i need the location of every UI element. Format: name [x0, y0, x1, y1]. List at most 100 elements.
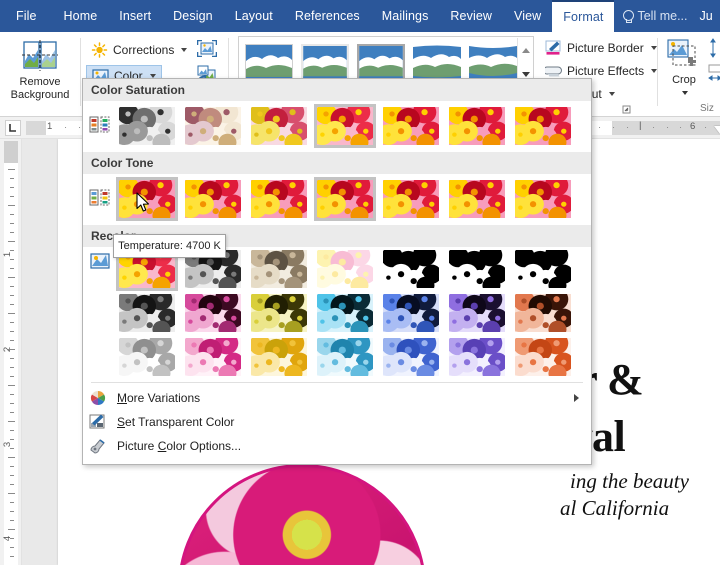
temperature-7200[interactable]	[380, 177, 442, 221]
tab-design-label: Design	[173, 9, 213, 23]
recolor-light-gray[interactable]	[116, 335, 178, 379]
word-window: File Home Insert Design Layout Reference…	[0, 0, 720, 565]
saturation-200[interactable]	[380, 104, 442, 148]
recolor-dark-blue-thumb	[383, 294, 439, 332]
tab-review[interactable]: Review	[439, 0, 503, 32]
accel-underline: C	[157, 439, 167, 453]
recolor-dark-cyan[interactable]	[314, 291, 376, 335]
shape-height-field[interactable]	[708, 38, 720, 63]
temperature-5900-thumb	[251, 180, 307, 218]
vruler-tick	[10, 403, 14, 404]
recolor-dark-blue[interactable]	[380, 291, 442, 335]
recolor-section[interactable]	[83, 247, 591, 379]
picture-styles-dialog-launcher[interactable]	[622, 102, 632, 114]
saturation-100[interactable]	[314, 104, 376, 148]
flower-picture[interactable]	[178, 464, 426, 565]
tab-layout-label: Layout	[234, 9, 273, 23]
temperature-11200[interactable]	[512, 177, 574, 221]
user-account-label[interactable]: Ju	[696, 0, 713, 32]
tab-mailings[interactable]: Mailings	[371, 0, 440, 32]
gallery-scroll-up-button[interactable]	[518, 38, 533, 62]
vruler-tick	[10, 394, 14, 395]
recolor-black-white-75[interactable]	[512, 247, 574, 291]
color-tone-row[interactable]	[83, 174, 591, 225]
remove-background-button[interactable]: Remove Background	[4, 34, 76, 112]
recolor-dark-cyan-thumb	[317, 294, 373, 332]
tab-file[interactable]: File	[0, 0, 53, 32]
crop-label: Crop	[672, 74, 696, 86]
tell-me-box[interactable]: Tell me...	[614, 0, 695, 32]
recolor-dark-yellow[interactable]	[248, 291, 310, 335]
set-transparent-color-item[interactable]: Set Transparent Color	[83, 410, 591, 434]
color-saturation-items[interactable]	[116, 104, 578, 148]
color-dropdown-menu[interactable]: Color Saturation Color Tone More Variati…	[82, 78, 592, 465]
more-variations-label: More Variations	[117, 391, 201, 405]
temperature-8800[interactable]	[446, 177, 508, 221]
recolor-light-yellow-thumb	[251, 338, 307, 376]
recolor-light-pink[interactable]	[182, 335, 244, 379]
recolor-light-blue[interactable]	[380, 335, 442, 379]
tab-stop-selector[interactable]	[5, 120, 21, 136]
recolor-light-orange[interactable]	[512, 335, 574, 379]
more-variations-item[interactable]: More Variations	[83, 386, 591, 410]
recolor-light-blue-thumb	[383, 338, 439, 376]
recolor-light-gray-thumb	[119, 338, 175, 376]
vruler-tick	[10, 214, 14, 215]
tab-insert-label: Insert	[119, 9, 152, 23]
vruler-tick	[10, 268, 14, 269]
ruler-dot: ·	[626, 122, 630, 133]
vruler-tick	[8, 169, 15, 170]
temperature-5300[interactable]	[182, 177, 244, 221]
recolor-light-cyan-thumb	[317, 338, 373, 376]
shape-width-field[interactable]	[708, 64, 720, 89]
recolor-dark-pink[interactable]	[182, 291, 244, 335]
recolor-sepia[interactable]	[248, 247, 310, 291]
recolor-light-yellow[interactable]	[248, 335, 310, 379]
tab-home[interactable]: Home	[53, 0, 109, 32]
color-saturation-row[interactable]	[83, 101, 591, 152]
corrections-button[interactable]: Corrections	[86, 39, 192, 61]
recolor-black-white-50[interactable]	[446, 247, 508, 291]
chevron-down-icon	[521, 71, 530, 77]
vruler-tick	[8, 277, 15, 278]
ruler-mark-1: 1	[47, 121, 53, 132]
crop-button[interactable]: Crop	[663, 34, 705, 112]
tab-references[interactable]: References	[284, 0, 371, 32]
vruler-tick	[10, 376, 14, 377]
subtitle-line-2[interactable]: al California	[560, 496, 669, 521]
recolor-light-purple[interactable]	[446, 335, 508, 379]
saturation-400[interactable]	[512, 104, 574, 148]
recolor-washout[interactable]	[314, 247, 376, 291]
compress-pictures-button[interactable]	[195, 38, 219, 60]
top-margin-region	[4, 141, 18, 163]
saturation-0[interactable]	[116, 104, 178, 148]
saturation-66[interactable]	[248, 104, 310, 148]
tab-design[interactable]: Design	[162, 0, 224, 32]
picture-border-button[interactable]: Picture Border	[540, 37, 662, 59]
tab-format[interactable]: Format	[552, 0, 615, 32]
saturation-300[interactable]	[446, 104, 508, 148]
recolor-dark-orange[interactable]	[512, 291, 574, 335]
recolor-items[interactable]	[116, 247, 578, 379]
saturation-33-thumb	[185, 107, 241, 145]
tab-insert[interactable]: Insert	[108, 0, 162, 32]
subtitle-line-1[interactable]: ing the beauty	[570, 469, 689, 494]
recolor-black-white-25[interactable]	[380, 247, 442, 291]
right-indent-marker[interactable]	[714, 126, 720, 134]
temperature-6500[interactable]	[314, 177, 376, 221]
picture-color-options-item[interactable]: Picture Color Options...	[83, 434, 591, 458]
saturation-33[interactable]	[182, 104, 244, 148]
tab-format-label: Format	[563, 10, 604, 24]
tab-layout[interactable]: Layout	[224, 0, 284, 32]
vertical-ruler[interactable]: 1 2 3 4	[0, 139, 22, 565]
ruler-dot: ·	[612, 122, 616, 133]
recolor-dark-purple[interactable]	[446, 291, 508, 335]
tab-view[interactable]: View	[503, 0, 552, 32]
size-group-label: Siz	[700, 103, 714, 114]
recolor-dark-gray[interactable]	[116, 291, 178, 335]
recolor-light-cyan[interactable]	[314, 335, 376, 379]
ruler-dot: ·	[666, 122, 670, 133]
chevron-down-icon	[682, 91, 688, 95]
color-tone-items[interactable]	[116, 177, 578, 221]
temperature-5900[interactable]	[248, 177, 310, 221]
